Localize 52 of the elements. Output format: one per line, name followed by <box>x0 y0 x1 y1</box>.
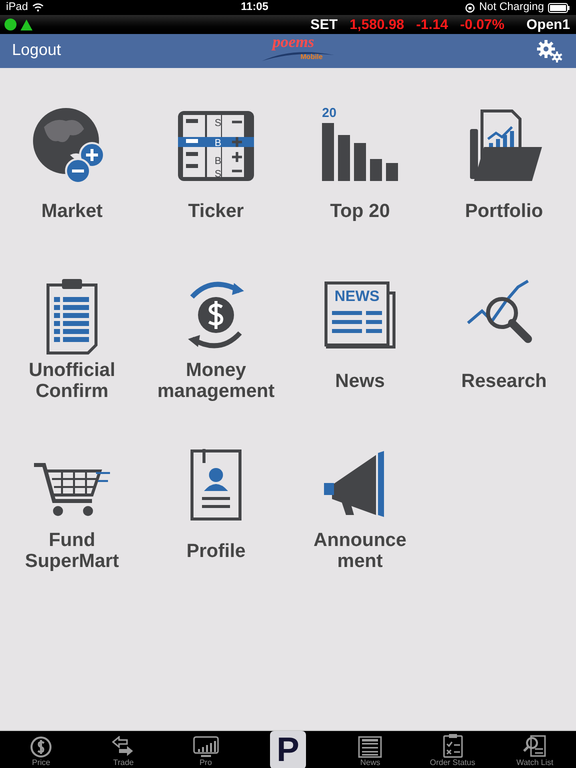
swap-arrows-icon <box>111 736 136 758</box>
tile-label: Portfolio <box>464 200 544 224</box>
menu-tile[interactable]: 20 Top 20 <box>288 105 432 233</box>
index-percent: -0.07% <box>460 15 504 34</box>
tile-label: Top 20 <box>329 200 391 224</box>
menu-tile[interactable]: NEWS News <box>288 275 432 403</box>
tile-label: Announce ment <box>312 529 408 573</box>
menu-tile[interactable]: Research <box>432 275 576 403</box>
index-name: SET <box>310 15 338 34</box>
tab-button[interactable]: Trade <box>82 731 165 768</box>
settings-icon <box>536 39 564 63</box>
tab-button[interactable]: Order Status <box>411 731 494 768</box>
battery-status: Not Charging <box>479 0 544 16</box>
settings-button[interactable] <box>536 37 564 65</box>
tab-button[interactable]: Price <box>0 731 82 768</box>
tile-label: Fund SuperMart <box>24 529 120 573</box>
tile-label: Market <box>40 200 104 224</box>
device-name: iPad <box>6 0 28 16</box>
up-triangle-icon <box>20 18 33 30</box>
tile-label: Unofficial Confirm <box>28 359 116 403</box>
index-change: -1.14 <box>416 15 448 34</box>
tab-button[interactable]: Watch List <box>494 731 576 768</box>
dollar-icon <box>30 736 52 758</box>
wifi-icon <box>32 3 44 12</box>
connection-dot-icon <box>4 18 17 31</box>
tile-label: Research <box>460 370 548 394</box>
logout-button[interactable]: Logout <box>12 39 61 63</box>
menu-tile[interactable]: Announce ment <box>288 445 432 573</box>
battery-icon <box>548 2 570 12</box>
tile-label: Money management <box>156 359 276 403</box>
clock-time: 11:05 <box>240 0 270 16</box>
tab-button[interactable]: News <box>329 731 412 768</box>
rotation-lock-icon <box>465 2 476 12</box>
tile-label: Ticker <box>187 200 245 224</box>
menu-tile[interactable]: Unofficial Confirm <box>0 275 144 403</box>
index-value: 1,580.98 <box>350 15 404 34</box>
monitor-chart-icon <box>192 736 219 758</box>
menu-tile[interactable]: Portfolio <box>432 105 576 233</box>
menu-tile[interactable]: Market <box>0 105 144 233</box>
magnifier-list-icon <box>522 734 547 758</box>
market-session: Open1 <box>526 15 570 34</box>
newspaper-icon <box>358 736 382 758</box>
menu-tile[interactable]: Money management <box>144 275 288 403</box>
checklist-icon <box>442 734 463 758</box>
tile-label: News <box>334 370 386 394</box>
menu-tile[interactable]: Profile <box>144 445 288 573</box>
tile-label: Profile <box>185 540 247 564</box>
menu-tile[interactable]: Fund SuperMart <box>0 445 144 573</box>
home-logo-button[interactable]: P <box>270 731 306 768</box>
logo-text: poems <box>272 35 314 51</box>
menu-tile[interactable]: S B B S Ticker <box>144 105 288 233</box>
tab-button[interactable]: Pro <box>164 731 247 768</box>
